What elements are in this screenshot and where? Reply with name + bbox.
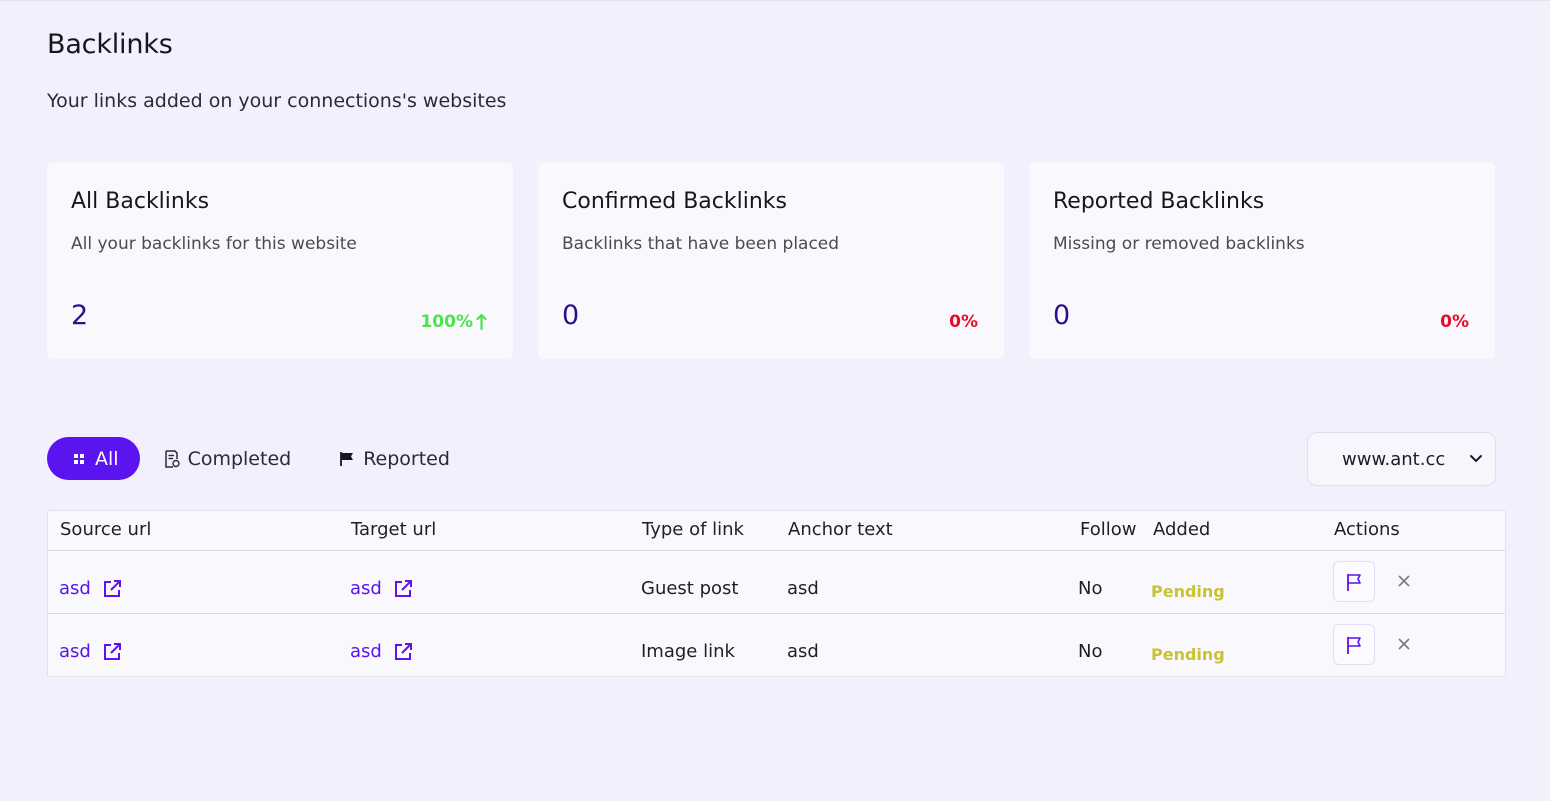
card-count: 0 <box>1053 300 1071 331</box>
card-percent: 100% <box>420 312 487 332</box>
follow-value: No <box>1078 578 1103 599</box>
page-title: Backlinks <box>47 29 173 60</box>
arrow-up-icon <box>476 314 487 330</box>
column-header-target[interactable]: Target url <box>351 519 436 540</box>
card-count: 2 <box>71 300 89 331</box>
target-url-text[interactable]: asd <box>350 578 382 599</box>
source-url-text[interactable]: asd <box>59 578 91 599</box>
external-link-icon[interactable] <box>102 579 122 599</box>
website-select-value: www.ant.cc <box>1342 448 1446 470</box>
anchor-text: asd <box>787 578 819 599</box>
target-url-link[interactable]: asd <box>350 641 413 662</box>
card-description: All your backlinks for this website <box>71 234 357 254</box>
percent-value: 0% <box>949 312 978 332</box>
filter-reported-button[interactable]: Reported <box>315 437 474 480</box>
source-url-link[interactable]: asd <box>59 641 122 662</box>
target-url-text[interactable]: asd <box>350 641 382 662</box>
status-badge: Pending <box>1151 645 1225 664</box>
report-button[interactable] <box>1333 624 1375 665</box>
external-link-icon[interactable] <box>393 642 413 662</box>
document-check-icon <box>164 449 180 468</box>
backlinks-page: Backlinks Your links added on your conne… <box>0 0 1550 801</box>
card-count: 0 <box>562 300 580 331</box>
close-icon <box>1398 638 1410 650</box>
card-title: Confirmed Backlinks <box>562 189 787 214</box>
filter-label: All <box>95 447 119 470</box>
backlinks-table: Source url Target url Type of link Ancho… <box>47 510 1506 677</box>
percent-value: 0% <box>1440 312 1469 332</box>
card-description: Missing or removed backlinks <box>1053 234 1305 254</box>
external-link-icon[interactable] <box>102 642 122 662</box>
filter-label: Reported <box>363 447 450 470</box>
column-header-actions: Actions <box>1334 519 1400 540</box>
chevron-down-icon <box>1470 455 1482 463</box>
filter-completed-button[interactable]: Completed <box>140 437 316 480</box>
column-header-anchor[interactable]: Anchor text <box>788 519 893 540</box>
card-confirmed-backlinks: Confirmed Backlinks Backlinks that have … <box>538 162 1004 359</box>
page-subtitle: Your links added on your connections's w… <box>47 90 507 112</box>
status-badge: Pending <box>1151 582 1225 601</box>
remove-button[interactable] <box>1395 572 1413 590</box>
source-url-link[interactable]: asd <box>59 578 122 599</box>
link-type: Guest post <box>641 578 739 599</box>
target-url-link[interactable]: asd <box>350 578 413 599</box>
filter-label: Completed <box>187 447 292 470</box>
anchor-text: asd <box>787 641 819 662</box>
table-row: asd asd Guest post asd No Pending <box>48 551 1505 614</box>
table-row: asd asd Image link asd No Pending <box>48 614 1505 677</box>
column-header-follow[interactable]: Follow <box>1080 519 1136 540</box>
filter-tabs: All Completed Reported <box>47 437 474 480</box>
filter-all-button[interactable]: All <box>47 437 140 480</box>
table-header: Source url Target url Type of link Ancho… <box>48 511 1505 551</box>
external-link-icon[interactable] <box>393 579 413 599</box>
card-percent: 0% <box>949 312 978 332</box>
card-title: All Backlinks <box>71 189 210 214</box>
column-header-type[interactable]: Type of link <box>642 519 744 540</box>
card-all-backlinks: All Backlinks All your backlinks for thi… <box>47 162 513 359</box>
flag-outline-icon <box>1347 636 1361 654</box>
follow-value: No <box>1078 641 1103 662</box>
close-icon <box>1398 575 1410 587</box>
percent-value: 100% <box>420 312 473 332</box>
flag-outline-icon <box>1347 573 1361 591</box>
card-reported-backlinks: Reported Backlinks Missing or removed ba… <box>1029 162 1495 359</box>
card-percent: 0% <box>1440 312 1469 332</box>
card-description: Backlinks that have been placed <box>562 234 840 254</box>
column-header-source[interactable]: Source url <box>60 519 151 540</box>
card-title: Reported Backlinks <box>1053 189 1265 214</box>
source-url-text[interactable]: asd <box>59 641 91 662</box>
link-type: Image link <box>641 641 735 662</box>
flag-icon <box>339 451 355 467</box>
website-select[interactable]: www.ant.cc <box>1307 432 1496 486</box>
remove-button[interactable] <box>1395 635 1413 653</box>
grid-icon <box>71 451 87 467</box>
report-button[interactable] <box>1333 561 1375 602</box>
column-header-added[interactable]: Added <box>1153 519 1210 540</box>
